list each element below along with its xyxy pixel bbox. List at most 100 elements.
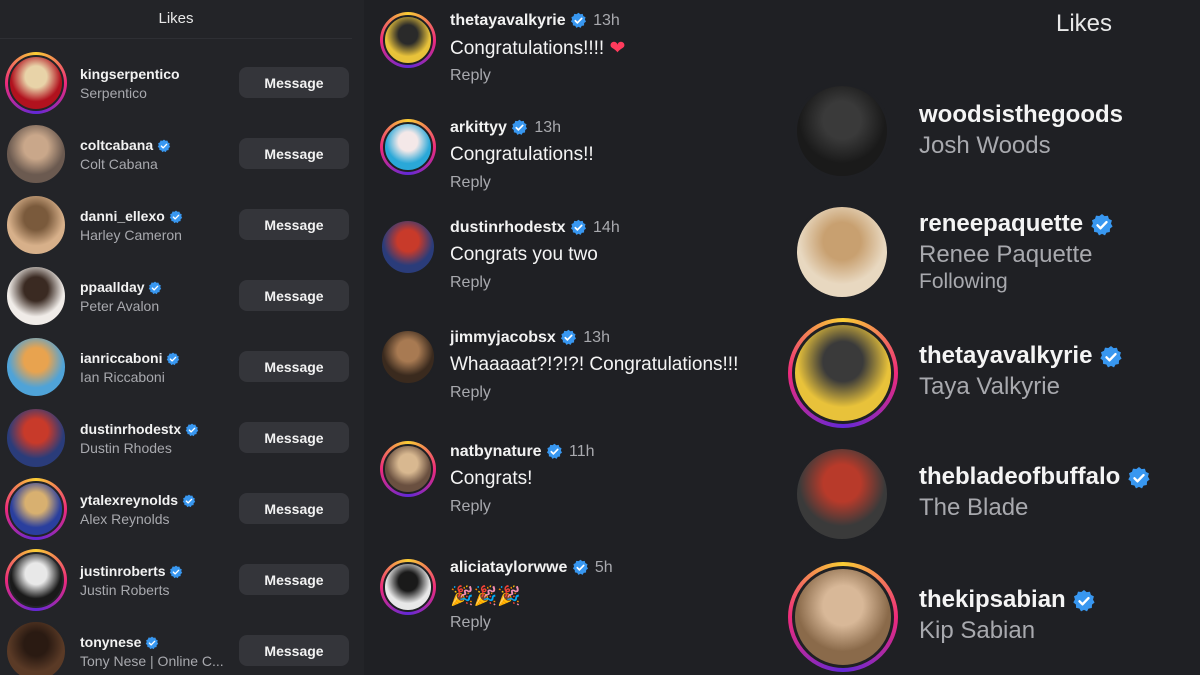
- username-text: thetayavalkyrie: [919, 342, 1093, 369]
- likes-title: Likes: [158, 10, 194, 27]
- reply-link[interactable]: Reply: [450, 614, 491, 632]
- avatar[interactable]: [794, 204, 890, 300]
- avatar-image: [5, 620, 67, 675]
- avatar[interactable]: [794, 446, 890, 542]
- verified-badge-icon: [157, 139, 171, 153]
- username[interactable]: arkittyy: [450, 119, 507, 136]
- verified-badge-icon: [561, 329, 577, 346]
- username[interactable]: tonynese: [80, 634, 159, 650]
- message-button[interactable]: Message: [239, 493, 349, 524]
- reply-link[interactable]: Reply: [450, 174, 491, 192]
- avatar[interactable]: [380, 219, 436, 275]
- avatar[interactable]: [5, 52, 67, 114]
- avatar[interactable]: [5, 123, 67, 185]
- reply-link[interactable]: Reply: [450, 384, 491, 402]
- verified-badge-icon: [1091, 213, 1113, 236]
- avatar[interactable]: [5, 478, 67, 540]
- username[interactable]: justinroberts: [80, 563, 183, 579]
- avatar[interactable]: [794, 83, 890, 179]
- avatar[interactable]: [788, 562, 898, 672]
- likes-list: kingserpentico Serpentico Message coltcaban…: [0, 47, 364, 675]
- username[interactable]: dustinrhodestx: [450, 219, 566, 236]
- username[interactable]: thebladeofbuffalo: [919, 463, 1151, 491]
- username[interactable]: ppaallday: [80, 279, 162, 295]
- username[interactable]: reneepaquette: [919, 210, 1114, 238]
- comment-text: Congrats!: [450, 468, 532, 490]
- message-button[interactable]: Message: [239, 351, 349, 382]
- username-text: kingserpentico: [80, 66, 180, 82]
- avatar[interactable]: [380, 119, 436, 175]
- avatar[interactable]: [5, 336, 67, 398]
- username[interactable]: coltcabana: [80, 137, 171, 153]
- username[interactable]: woodsisthegoods: [919, 101, 1123, 129]
- display-name: Justin Roberts: [80, 582, 170, 598]
- message-button[interactable]: Message: [239, 67, 349, 98]
- username[interactable]: thetayavalkyrie: [919, 342, 1123, 370]
- comment-text: Congrats you two: [450, 244, 598, 266]
- message-button[interactable]: Message: [239, 564, 349, 595]
- display-name: Peter Avalon: [80, 298, 160, 314]
- timestamp: 14h: [593, 219, 620, 236]
- message-button[interactable]: Message: [239, 138, 349, 169]
- username[interactable]: thetayavalkyrie: [450, 12, 566, 29]
- avatar-image: [792, 566, 894, 668]
- display-name: Tony Nese | Online C...: [80, 653, 224, 669]
- username-text: reneepaquette: [919, 210, 1084, 237]
- comment-header: jimmyjacobsx 13h: [450, 329, 610, 347]
- username[interactable]: jimmyjacobsx: [450, 329, 556, 346]
- display-name: Harley Cameron: [80, 227, 182, 243]
- message-button[interactable]: Message: [239, 209, 349, 240]
- like-row: tonynese Tony Nese | Online C... Message: [0, 615, 364, 675]
- comment-text-content: Congrats!: [450, 468, 533, 489]
- username[interactable]: ianriccaboni: [80, 350, 180, 366]
- comment-text: Congratulations!!!! ❤: [450, 37, 625, 60]
- verified-badge-icon: [1073, 589, 1095, 612]
- likes-panel-right: Likes woodsisthegoods Josh Woods reneepaqu…: [764, 0, 1200, 675]
- comment-text: Whaaaaat?!?!?! Congratulations!!!: [450, 354, 738, 376]
- username-text: ytalexreynolds: [80, 492, 179, 508]
- message-button[interactable]: Message: [239, 280, 349, 311]
- username[interactable]: dustinrhodestx: [80, 421, 199, 437]
- username[interactable]: ytalexreynolds: [80, 492, 196, 508]
- avatar-image: [5, 265, 67, 327]
- username-text: thekipsabian: [919, 586, 1066, 613]
- display-name: Josh Woods: [919, 132, 1051, 159]
- avatar[interactable]: [5, 620, 67, 675]
- verified-badge-icon: [1128, 466, 1150, 489]
- verified-badge-icon: [182, 494, 196, 508]
- display-name: Colt Cabana: [80, 156, 158, 172]
- like-row: kingserpentico Serpentico Message: [0, 47, 364, 118]
- avatar-image: [380, 329, 436, 385]
- like-row: coltcabana Colt Cabana Message: [0, 118, 364, 189]
- username[interactable]: thekipsabian: [919, 586, 1096, 614]
- avatar[interactable]: [788, 318, 898, 428]
- avatar[interactable]: [380, 441, 436, 497]
- avatar[interactable]: [5, 549, 67, 611]
- username[interactable]: natbynature: [450, 443, 542, 460]
- verified-badge-icon: [169, 210, 182, 224]
- avatar[interactable]: [380, 329, 436, 385]
- username-text: danni_ellexo: [80, 208, 165, 224]
- avatar-image: [5, 123, 67, 185]
- username[interactable]: aliciataylorwwe: [450, 559, 567, 576]
- like-row: danni_ellexo Harley Cameron Message: [0, 189, 364, 260]
- timestamp: 13h: [593, 12, 620, 29]
- avatar[interactable]: [5, 407, 67, 469]
- display-name: Serpentico: [80, 85, 147, 101]
- reply-link[interactable]: Reply: [450, 498, 491, 516]
- message-button[interactable]: Message: [239, 635, 349, 666]
- avatar-image: [5, 407, 67, 469]
- message-button[interactable]: Message: [239, 422, 349, 453]
- verified-badge-icon: [149, 281, 162, 295]
- avatar[interactable]: [5, 194, 67, 256]
- username[interactable]: kingserpentico: [80, 66, 180, 82]
- comment-text-content: Congratulations!!: [450, 144, 594, 165]
- avatar[interactable]: [5, 265, 67, 327]
- username[interactable]: danni_ellexo: [80, 208, 183, 224]
- username-text: ianriccaboni: [80, 350, 163, 366]
- reply-link[interactable]: Reply: [450, 67, 491, 85]
- avatar[interactable]: [380, 12, 436, 68]
- reply-link[interactable]: Reply: [450, 274, 491, 292]
- avatar[interactable]: [380, 559, 436, 615]
- avatar-image: [380, 219, 436, 275]
